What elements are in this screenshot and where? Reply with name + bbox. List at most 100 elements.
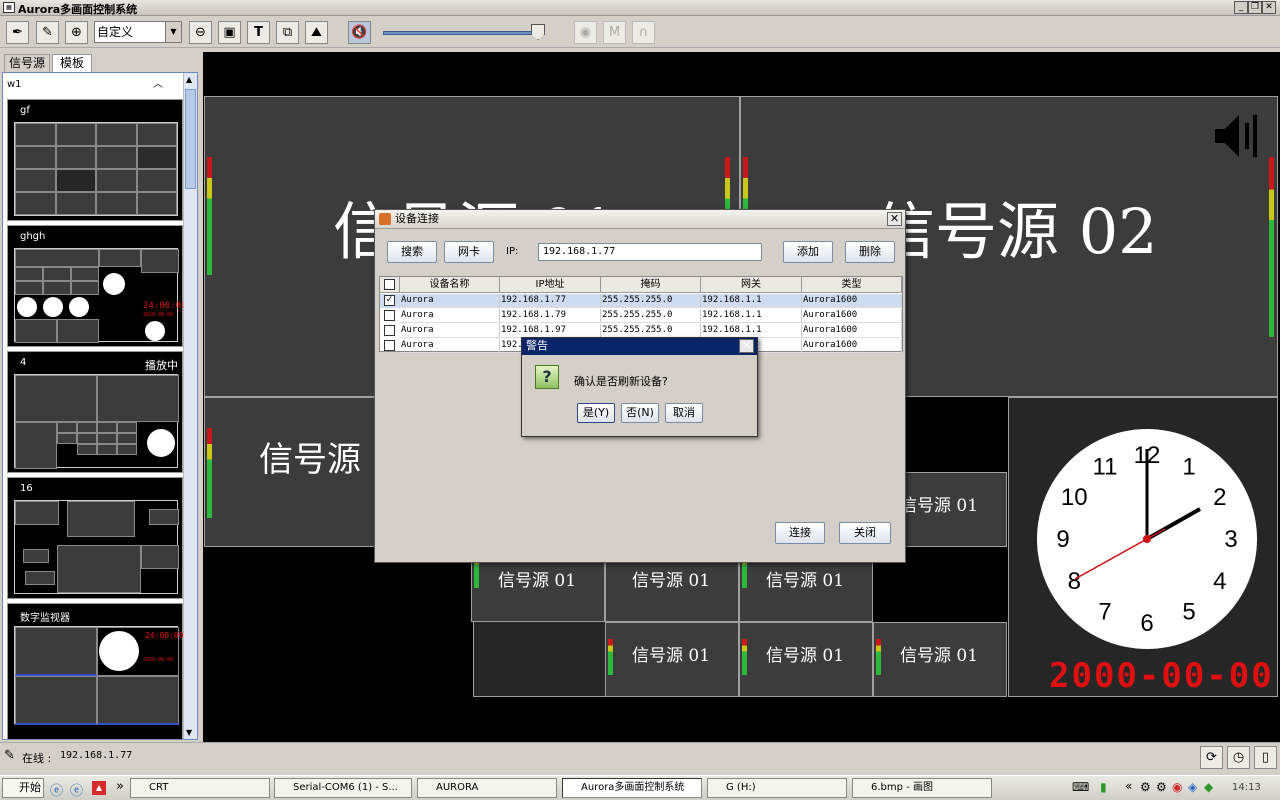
table-row[interactable]: Aurora 192.168.1.97 255.255.255.0 192.168.1…: [380, 324, 902, 338]
scroll-up-icon[interactable]: ▲: [186, 75, 192, 84]
keyboard-icon[interactable]: ⌨: [1072, 780, 1089, 794]
row-checkbox[interactable]: [384, 310, 395, 321]
close-dialog-button[interactable]: 关闭: [839, 522, 891, 544]
select-all-checkbox[interactable]: [384, 279, 395, 290]
no-button[interactable]: 否(N): [621, 403, 659, 423]
source-window-small[interactable]: 信号源 01: [873, 622, 1007, 697]
pipette-icon[interactable]: ✎: [36, 21, 59, 44]
security-icon[interactable]: ◉: [1172, 780, 1182, 794]
close-button[interactable]: ✕: [1262, 1, 1276, 14]
template-scrollbar[interactable]: ▲ ▼: [183, 73, 197, 739]
tab-template[interactable]: 模板: [52, 54, 92, 72]
add-button[interactable]: 添加: [783, 241, 833, 263]
template-item[interactable]: ghgh 24:00:00 2020-00-00: [7, 225, 186, 347]
task-paint[interactable]: 6.bmp - 画图: [852, 778, 992, 798]
warning-dialog: 警告 ✕ ? 确认是否刷新设备? 是(Y) 否(N) 取消: [521, 337, 758, 437]
row-checkbox[interactable]: [384, 325, 395, 336]
template-item[interactable]: 16: [7, 477, 183, 599]
cell-type: Aurora1600: [802, 324, 902, 338]
task-serial[interactable]: Serial-COM6 (1) - S...: [274, 778, 412, 798]
template-group-header[interactable]: w1 ︿: [3, 77, 181, 95]
tab-signal-source[interactable]: 信号源: [4, 54, 50, 72]
search-button[interactable]: 搜索: [387, 241, 437, 263]
task-aurora-app[interactable]: Aurora多画面控制系统: [562, 778, 702, 798]
pen-icon[interactable]: ✒: [6, 21, 29, 44]
column-header[interactable]: 掩码: [601, 277, 701, 293]
tray-chevron[interactable]: «: [1125, 779, 1132, 793]
task-drive-g[interactable]: G (H:): [707, 778, 847, 798]
column-header[interactable]: IP地址: [500, 277, 601, 293]
nic-button[interactable]: 网卡: [444, 241, 494, 263]
volume-slider[interactable]: [383, 31, 545, 35]
clock-icon: [69, 297, 89, 317]
warning-title-bar: 警告 ✕: [522, 338, 757, 355]
task-crt[interactable]: CRT: [130, 778, 270, 798]
zoom-select[interactable]: 自定义 ▼: [94, 21, 182, 43]
column-header[interactable]: 设备名称: [400, 277, 500, 293]
start-button[interactable]: 开始: [2, 778, 44, 798]
cell-ip: 192.168.1.97: [500, 324, 601, 338]
source-window-small[interactable]: 信号源 01: [605, 622, 739, 697]
table-row[interactable]: ✓ Aurora 192.168.1.77 255.255.255.0 192.168.…: [380, 294, 902, 308]
audio-meter: [207, 157, 212, 275]
app-shortcut-icon[interactable]: ▲: [92, 781, 106, 795]
restore-button[interactable]: ❐: [1248, 1, 1262, 14]
template-list: w1 ︿ gf ghgh 24:00:00 2020-00-00 4 播放中 1…: [2, 72, 198, 740]
clock-icon[interactable]: ◷: [1227, 746, 1250, 769]
zoom-in-icon[interactable]: ⊕: [65, 21, 88, 44]
scrollbar-thumb[interactable]: [185, 89, 196, 189]
app-icon: ▦: [3, 2, 15, 13]
browser-icon[interactable]: ⓔ: [70, 780, 83, 799]
cancel-button[interactable]: 取消: [665, 403, 703, 423]
playing-badge: 播放中: [145, 359, 178, 372]
network-icon[interactable]: ⚙: [1156, 780, 1167, 794]
ip-input[interactable]: 192.168.1.77: [538, 243, 762, 261]
template-item[interactable]: 4 播放中: [7, 351, 183, 473]
digital-date: 2020-00-00: [143, 657, 174, 663]
chevron-down-icon[interactable]: ▼: [165, 22, 181, 42]
shield-icon[interactable]: ◈: [1188, 780, 1197, 794]
row-checkbox[interactable]: [384, 340, 395, 351]
source-label: 信号源 01: [766, 571, 845, 591]
cell-name: Aurora: [400, 324, 500, 338]
delete-button[interactable]: 删除: [845, 241, 895, 263]
connect-button[interactable]: 连接: [775, 522, 825, 544]
text-icon[interactable]: T: [247, 21, 270, 44]
clock-icon: [147, 429, 175, 457]
table-row[interactable]: Aurora 192.168.1.79 255.255.255.0 192.168.1…: [380, 309, 902, 323]
cell-ip: 192.168.1.79: [500, 309, 601, 323]
refresh-icon[interactable]: ⟳: [1200, 746, 1223, 769]
status-ip: 192.168.1.77: [60, 750, 133, 761]
minimize-button[interactable]: _: [1234, 1, 1248, 14]
ie-icon[interactable]: ⓔ: [50, 780, 63, 799]
template-preview: [14, 500, 179, 594]
cell-mask: 255.255.255.0: [601, 294, 701, 308]
row-checkbox[interactable]: ✓: [384, 295, 395, 306]
task-aurora-folder[interactable]: AURORA: [417, 778, 557, 798]
column-header[interactable]: 类型: [802, 277, 902, 293]
yes-button[interactable]: 是(Y): [577, 403, 615, 423]
select-all-header[interactable]: [380, 277, 400, 293]
mute-icon[interactable]: 🔇: [348, 21, 371, 44]
close-icon[interactable]: ✕: [887, 212, 902, 226]
clock-numeral: 2: [1213, 484, 1226, 511]
close-icon[interactable]: ✕: [739, 339, 754, 353]
fit-screen-icon[interactable]: ▣: [218, 21, 241, 44]
scroll-down-icon[interactable]: ▼: [186, 728, 192, 737]
network-icon[interactable]: ⚙: [1140, 780, 1151, 794]
source-window-small[interactable]: 信号源 01: [739, 622, 873, 697]
image-icon[interactable]: ⛰: [305, 21, 328, 44]
shield-icon[interactable]: ◆: [1204, 780, 1213, 794]
zoom-out-icon[interactable]: ⊖: [189, 21, 212, 44]
template-item[interactable]: 数字监视器 24:00:00 2020-00-00: [7, 603, 184, 739]
volume-slider-thumb[interactable]: [531, 24, 545, 40]
chevron-up-icon[interactable]: ︿: [153, 77, 163, 93]
template-item[interactable]: gf: [7, 99, 183, 221]
template-preview: [14, 374, 179, 469]
battery-icon[interactable]: ▮: [1100, 780, 1107, 794]
mouse-icon[interactable]: ▯: [1254, 746, 1277, 769]
copy-icon[interactable]: ⧉: [276, 21, 299, 44]
toolbar: ✒ ✎ ⊕ 自定义 ▼ ⊖ ▣ T ⧉ ⛰ 🔇 ◉ M ∩: [0, 17, 1280, 48]
column-header[interactable]: 网关: [701, 277, 802, 293]
quick-launch-chevron[interactable]: »: [116, 779, 124, 794]
